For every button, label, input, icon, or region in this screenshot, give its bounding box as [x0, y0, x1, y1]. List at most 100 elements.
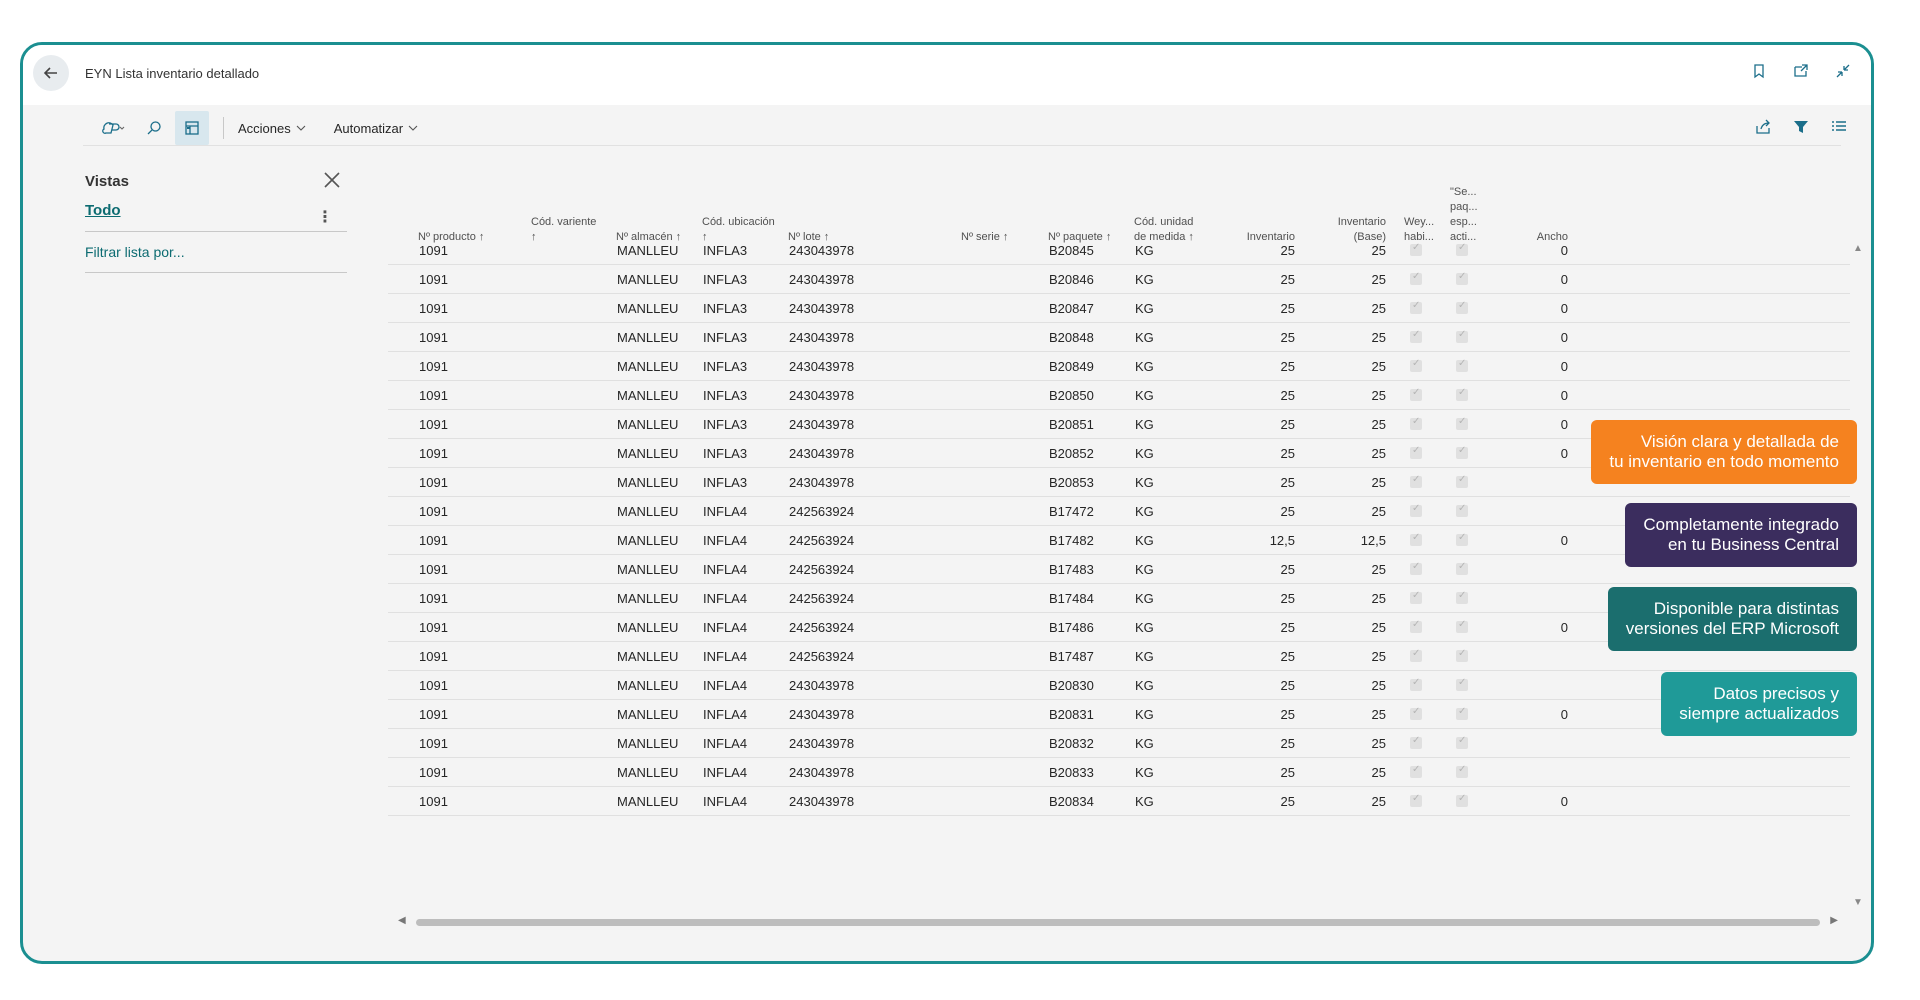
cell-almacen: MANLLEU [617, 272, 679, 287]
automatizar-menu[interactable]: Automatizar [334, 121, 418, 136]
se-checkbox[interactable] [1456, 590, 1468, 604]
se-checkbox[interactable] [1456, 271, 1468, 285]
se-checkbox[interactable] [1456, 793, 1468, 807]
cell-ancho: 0 [1560, 301, 1568, 316]
se-checkbox[interactable] [1456, 416, 1468, 430]
se-checkbox[interactable] [1456, 474, 1468, 488]
show-as-table-button[interactable] [175, 111, 209, 145]
share-icon[interactable] [1755, 119, 1771, 135]
cell-ubicacion: INFLA4 [703, 794, 748, 809]
table-row[interactable]: 1091 MANLLEU INFLA3 243043978 B20846 KG 25 25 0 [388, 265, 1850, 294]
se-checkbox[interactable] [1456, 358, 1468, 372]
cell-almacen: MANLLEU [617, 678, 679, 693]
view-todo[interactable]: Todo [85, 202, 347, 219]
wey-checkbox[interactable] [1410, 735, 1422, 749]
cell-lote: 242563924 [789, 533, 855, 548]
table-row[interactable]: 1091 MANLLEU INFLA3 243043978 B20848 KG 25 25 0 [388, 323, 1850, 352]
se-checkbox[interactable] [1456, 764, 1468, 778]
cell-paquete: B17487 [1049, 649, 1094, 664]
se-checkbox[interactable] [1456, 619, 1468, 633]
cell-ubicacion: INFLA4 [703, 707, 748, 722]
wey-checkbox[interactable] [1410, 532, 1422, 546]
back-button[interactable] [33, 55, 69, 91]
title-bar: EYN Lista inventario detallado [23, 45, 1871, 105]
wey-checkbox[interactable] [1410, 648, 1422, 662]
table-row[interactable]: 1091 MANLLEU INFLA4 243043978 B20830 KG 25 25 [388, 671, 1850, 700]
wey-checkbox[interactable] [1410, 445, 1422, 459]
command-separator [223, 117, 224, 139]
filter-list-link[interactable]: Filtrar lista por... [85, 244, 347, 260]
bookmark-icon[interactable] [1751, 63, 1767, 79]
table-row[interactable]: 1091 MANLLEU INFLA3 243043978 B20849 KG 25 25 0 [388, 352, 1850, 381]
cell-inventario: 25 [1280, 243, 1295, 258]
cell-ancho: 0 [1560, 620, 1568, 635]
cell-producto: 1091 [419, 388, 448, 403]
cell-producto: 1091 [419, 359, 448, 374]
acciones-menu[interactable]: Acciones [238, 121, 306, 136]
scroll-left-arrow[interactable]: ◀ [398, 915, 406, 926]
search-button[interactable] [137, 111, 171, 145]
filter-icon[interactable] [1793, 119, 1809, 135]
wey-checkbox[interactable] [1410, 793, 1422, 807]
se-checkbox[interactable] [1456, 329, 1468, 343]
se-checkbox[interactable] [1456, 561, 1468, 575]
wey-checkbox[interactable] [1410, 706, 1422, 720]
callout-banner: Datos precisos y siempre actualizados [1661, 672, 1857, 736]
open-new-window-icon[interactable] [1793, 63, 1809, 79]
scroll-right-arrow[interactable]: ▶ [1830, 915, 1838, 926]
cell-paquete: B20847 [1049, 301, 1094, 316]
list-icon[interactable] [1831, 119, 1847, 135]
table-row[interactable]: 1091 MANLLEU INFLA4 243043978 B20832 KG 25 25 [388, 729, 1850, 758]
cell-ubicacion: INFLA4 [703, 562, 748, 577]
se-checkbox[interactable] [1456, 242, 1468, 256]
wey-checkbox[interactable] [1410, 300, 1422, 314]
se-checkbox[interactable] [1456, 706, 1468, 720]
wey-checkbox[interactable] [1410, 561, 1422, 575]
table-row[interactable]: 1091 MANLLEU INFLA3 243043978 B20850 KG 25 25 0 [388, 381, 1850, 410]
cell-almacen: MANLLEU [617, 475, 679, 490]
se-checkbox[interactable] [1456, 387, 1468, 401]
callout-line: en tu Business Central [1667, 535, 1839, 554]
cell-ubicacion: INFLA4 [703, 533, 748, 548]
cell-unidad: KG [1135, 504, 1154, 519]
wey-checkbox[interactable] [1410, 358, 1422, 372]
table-row[interactable]: 1091 MANLLEU INFLA4 243043978 B20831 KG 25 25 0 [388, 700, 1850, 729]
wey-checkbox[interactable] [1410, 329, 1422, 343]
acciones-label: Acciones [238, 120, 291, 136]
se-checkbox[interactable] [1456, 300, 1468, 314]
se-checkbox[interactable] [1456, 445, 1468, 459]
cell-ancho: 0 [1560, 330, 1568, 345]
cell-inventario: 25 [1280, 649, 1295, 664]
se-checkbox[interactable] [1456, 735, 1468, 749]
se-checkbox[interactable] [1456, 648, 1468, 662]
wey-checkbox[interactable] [1410, 619, 1422, 633]
wey-checkbox[interactable] [1410, 242, 1422, 256]
se-checkbox[interactable] [1456, 532, 1468, 546]
table-row[interactable]: 1091 MANLLEU INFLA4 243043978 B20834 KG 25 25 0 [388, 787, 1850, 816]
scrollbar-thumb[interactable] [416, 919, 1820, 926]
table-row[interactable]: 1091 MANLLEU INFLA3 243043978 B20845 KG 25 25 0 [388, 236, 1850, 265]
cell-almacen: MANLLEU [617, 301, 679, 316]
wey-checkbox[interactable] [1410, 590, 1422, 604]
scroll-up-arrow[interactable]: ▲ [1853, 243, 1863, 254]
wey-checkbox[interactable] [1410, 474, 1422, 488]
wey-checkbox[interactable] [1410, 271, 1422, 285]
cell-ancho: 0 [1560, 533, 1568, 548]
table-row[interactable]: 1091 MANLLEU INFLA4 243043978 B20833 KG 25 25 [388, 758, 1850, 787]
copilot-icon [102, 122, 125, 134]
wey-checkbox[interactable] [1410, 764, 1422, 778]
wey-checkbox[interactable] [1410, 503, 1422, 517]
more-options-icon[interactable]: ⋮ [317, 207, 333, 227]
wey-checkbox[interactable] [1410, 677, 1422, 691]
close-icon[interactable] [323, 171, 341, 189]
cell-ancho: 0 [1560, 707, 1568, 722]
collapse-icon[interactable] [1835, 63, 1851, 79]
wey-checkbox[interactable] [1410, 416, 1422, 430]
se-checkbox[interactable] [1456, 677, 1468, 691]
wey-checkbox[interactable] [1410, 387, 1422, 401]
scroll-down-arrow[interactable]: ▼ [1853, 897, 1863, 908]
table-row[interactable]: 1091 MANLLEU INFLA3 243043978 B20847 KG 25 25 0 [388, 294, 1850, 323]
se-checkbox[interactable] [1456, 503, 1468, 517]
horizontal-scrollbar[interactable]: ◀ ▶ [398, 915, 1838, 929]
copilot-button[interactable] [95, 111, 133, 145]
